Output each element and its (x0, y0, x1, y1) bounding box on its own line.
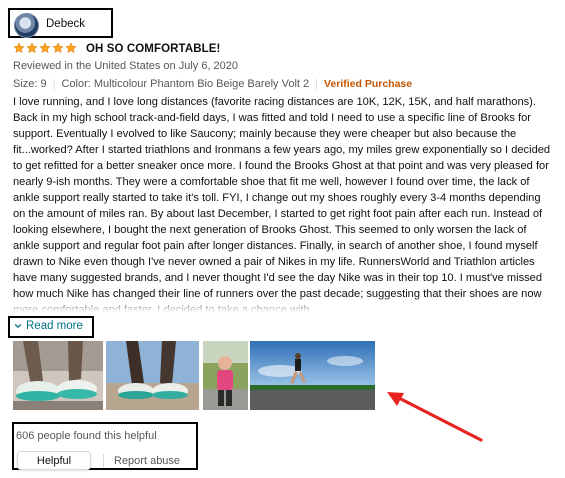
size-attribute: Size: 9 (13, 78, 47, 90)
review-date: Reviewed in the United States on July 6,… (13, 60, 239, 72)
helpful-button[interactable]: Helpful (17, 451, 91, 470)
review-image-shoe-closeup[interactable] (13, 341, 103, 410)
review-body: I love running, and I love long distance… (13, 94, 553, 315)
annotation-arrow (387, 392, 483, 442)
report-abuse-link[interactable]: Report abuse (114, 455, 180, 467)
attribute-divider: | (315, 78, 318, 90)
star-icon (13, 42, 25, 54)
reviewer-name[interactable]: Debeck (46, 18, 85, 30)
review-image-runner-shoes[interactable] (106, 341, 199, 410)
color-attribute: Color: Multicolour Phantom Bio Beige Bar… (61, 78, 310, 90)
review-image-runner-selfie[interactable] (203, 341, 248, 410)
action-divider (103, 454, 104, 467)
attribute-divider: | (52, 78, 56, 90)
runner-shoes-photo (106, 341, 199, 410)
verified-purchase-badge: Verified Purchase (323, 78, 413, 90)
star-icon (26, 42, 38, 54)
runner-selfie-photo (203, 341, 248, 410)
star-icon (52, 42, 64, 54)
avatar[interactable] (14, 13, 39, 38)
runner-on-road-photo (250, 341, 375, 410)
product-attributes: Size: 9 | Color: Multicolour Phantom Bio B… (13, 78, 412, 90)
star-icon (39, 42, 51, 54)
read-more-link[interactable]: Read more (14, 320, 83, 332)
shoe-closeup-photo (13, 341, 103, 410)
star-icon (65, 42, 77, 54)
read-more-label: Read more (26, 320, 83, 332)
helpful-count: 606 people found this helpful (16, 430, 157, 442)
review-title[interactable]: OH SO COMFORTABLE! (86, 43, 220, 55)
star-rating[interactable] (13, 42, 77, 54)
review-image-runner-on-road[interactable] (250, 341, 375, 410)
chevron-down-icon (14, 323, 22, 329)
